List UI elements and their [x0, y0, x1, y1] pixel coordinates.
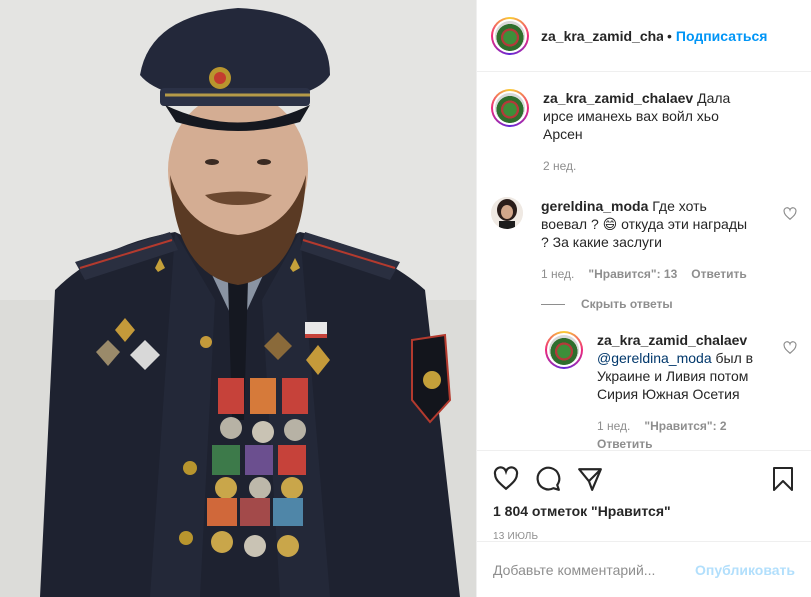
caption: za_kra_zamid_chalaev Дала ирсе иманехь в… [491, 89, 797, 175]
reply-like-heart-icon[interactable] [783, 341, 797, 355]
hide-replies-button[interactable]: Скрыть ответы [541, 297, 797, 311]
publish-button[interactable]: Опубликовать [695, 562, 795, 578]
comment-time[interactable]: 1 нед. [541, 265, 574, 283]
post-actions: 1 804 отметок "Нравится" 13 ИЮЛЬ [477, 450, 811, 542]
comment-item: gereldina_moda Где хоть воевал ? 😄 откуд… [491, 197, 797, 283]
likes-count[interactable]: 1 804 отметок "Нравится" [493, 503, 795, 519]
reply-item: za_kra_zamid_chalaev @gereldina_moda был… [545, 331, 797, 450]
reply-mention-link[interactable]: @gereldina_moda [597, 350, 712, 366]
post-modal: za_kra_zamid_chala • Подписаться za_kra_… [0, 0, 811, 597]
reply-likes[interactable]: "Нравится": 2 [644, 417, 726, 435]
like-heart-icon[interactable] [493, 466, 519, 492]
hide-replies-line [541, 303, 565, 305]
comment-text: gereldina_moda Где хоть воевал ? 😄 откуд… [541, 197, 751, 251]
comment-like-heart-icon[interactable] [783, 207, 797, 221]
share-paper-plane-icon[interactable] [577, 466, 603, 492]
comment-reply-button[interactable]: Ответить [691, 265, 746, 283]
caption-username[interactable]: za_kra_zamid_chalaev [543, 90, 693, 106]
post-photo[interactable] [0, 0, 476, 597]
caption-time[interactable]: 2 нед. [543, 157, 576, 175]
caption-avatar[interactable] [491, 89, 529, 127]
add-comment-bar: Опубликовать [477, 541, 811, 597]
reply-avatar[interactable] [545, 331, 583, 369]
comments-list[interactable]: za_kra_zamid_chalaev Дала ирсе иманехь в… [477, 73, 811, 450]
commenter-avatar[interactable] [491, 197, 523, 229]
follow-button[interactable]: Подписаться [676, 28, 768, 44]
reply-time[interactable]: 1 нед. [597, 417, 630, 435]
comment-bubble-icon[interactable] [535, 466, 561, 492]
comment-likes[interactable]: "Нравится": 13 [588, 265, 677, 283]
caption-text: za_kra_zamid_chalaev Дала ирсе иманехь в… [543, 89, 753, 143]
save-bookmark-icon[interactable] [771, 466, 795, 492]
reply-username[interactable]: za_kra_zamid_chalaev [597, 332, 747, 348]
commenter-username[interactable]: gereldina_moda [541, 198, 648, 214]
post-header: za_kra_zamid_chala • Подписаться [477, 0, 811, 72]
reply-text: za_kra_zamid_chalaev @gereldina_moda был… [597, 331, 757, 403]
author-avatar[interactable] [491, 16, 529, 55]
reply-reply-button[interactable]: Ответить [597, 435, 652, 450]
separator-dot: • [667, 27, 672, 44]
add-comment-input[interactable] [493, 561, 696, 578]
post-panel: za_kra_zamid_chala • Подписаться za_kra_… [476, 0, 811, 597]
officer-portrait-image [0, 0, 476, 597]
author-username[interactable]: za_kra_zamid_chala [541, 28, 663, 44]
hide-replies-label: Скрыть ответы [581, 297, 673, 311]
